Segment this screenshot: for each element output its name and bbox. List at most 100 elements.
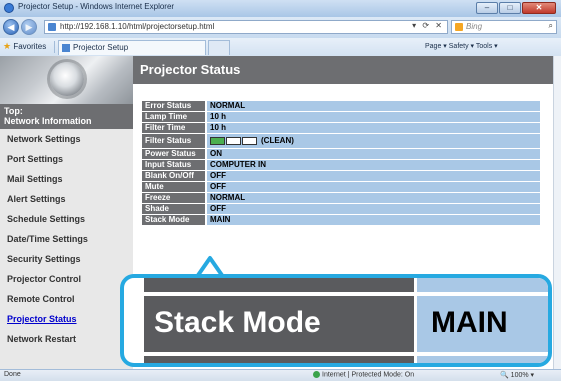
window-title: Projector Setup - Windows Internet Explo…: [18, 2, 175, 11]
sidebar-item[interactable]: Remote Control: [7, 294, 133, 304]
row-label: Mute: [142, 181, 207, 193]
favorites-button[interactable]: ★ Favorites: [3, 41, 46, 52]
row-value-cell: 10 h: [206, 111, 540, 123]
callout-strip: [417, 278, 548, 292]
divider: [54, 41, 55, 53]
row-value: (CLEAN): [261, 136, 294, 145]
favorites-label: Favorites: [13, 42, 47, 51]
address-controls[interactable]: ▾ ⟳ ✕: [412, 21, 444, 30]
row-value-cell: NORMAL: [206, 192, 540, 204]
tab-projector-setup[interactable]: Projector Setup: [58, 40, 206, 55]
row-label: Lamp Time: [142, 111, 207, 123]
table-row: Freeze NORMAL: [142, 192, 540, 204]
row-label: Filter Status: [142, 133, 207, 149]
zoom-level[interactable]: 🔍 100% ▾: [500, 371, 534, 379]
maximize-button[interactable]: □: [499, 2, 521, 14]
row-value-cell: ON: [206, 148, 540, 160]
lens-icon: [50, 62, 84, 96]
table-row: Lamp Time 10 h: [142, 111, 540, 123]
status-text: Done: [4, 371, 21, 378]
callout-value: MAIN: [431, 306, 508, 339]
filter-indicator: [242, 136, 257, 145]
window-title-bar: Projector Setup - Windows Internet Explo…: [0, 0, 561, 18]
row-label: Error Status: [142, 100, 207, 112]
back-button[interactable]: ◀: [3, 19, 19, 35]
table-row: Filter Status (CLEAN): [142, 133, 540, 149]
command-bar[interactable]: Page ▾ Safety ▾ Tools ▾: [425, 42, 498, 50]
sidebar: Top: Network Information Network Setting…: [0, 56, 133, 369]
callout-strip: [144, 278, 414, 292]
logo-banner: [0, 56, 133, 104]
row-label: Freeze: [142, 192, 207, 204]
callout-value-cell: MAIN: [417, 296, 548, 352]
row-value-cell: COMPUTER IN: [206, 159, 540, 171]
row-label: Stack Mode: [142, 214, 207, 225]
row-value-cell: OFF: [206, 203, 540, 215]
table-row: Input Status COMPUTER IN: [142, 159, 540, 171]
url-text: http://192.168.1.10/html/projectorsetup.…: [60, 22, 215, 31]
ie-logo-icon: [4, 3, 14, 13]
sidebar-top-sublabel: Network Information: [4, 116, 92, 126]
callout-label: Stack Mode: [154, 306, 321, 339]
security-zone[interactable]: Internet | Protected Mode: On: [313, 371, 414, 378]
sidebar-item[interactable]: Security Settings: [7, 254, 133, 264]
row-label: Filter Time: [142, 122, 207, 134]
forward-button[interactable]: ▶: [21, 19, 37, 35]
status-table: Error Status NORMAL Lamp Time 10 h Filter Ti…: [142, 100, 540, 225]
browser-status-bar: Done Internet | Protected Mode: On 🔍 100…: [0, 369, 561, 381]
row-label: Shade: [142, 203, 207, 215]
table-row: Filter Time 10 h: [142, 122, 540, 134]
callout-strip: [144, 356, 414, 363]
sidebar-item[interactable]: Projector Status: [7, 314, 133, 324]
table-row: Stack Mode MAIN: [142, 214, 540, 225]
tab-icon: [62, 44, 70, 52]
sidebar-item[interactable]: Alert Settings: [7, 194, 133, 204]
page-title: Projector Status: [140, 62, 241, 77]
table-row: Power Status ON: [142, 148, 540, 160]
favorites-star-icon: ★: [3, 41, 12, 51]
row-value-cell: MAIN: [206, 214, 540, 225]
row-label: Power Status: [142, 148, 207, 160]
table-row: Error Status NORMAL: [142, 100, 540, 112]
table-row: Blank On/Off OFF: [142, 170, 540, 182]
back-arrow-icon: ◀: [7, 22, 15, 32]
sidebar-item[interactable]: Date/Time Settings: [7, 234, 133, 244]
sidebar-item[interactable]: Projector Control: [7, 274, 133, 284]
favorites-bar: ★ Favorites Projector Setup Page ▾ Safet…: [0, 38, 561, 57]
page-icon: [48, 23, 56, 31]
filter-indicator: [226, 136, 241, 145]
table-row: Mute OFF: [142, 181, 540, 193]
zoom-text: 100%: [510, 372, 529, 379]
callout-label-cell: Stack Mode: [144, 296, 414, 352]
zone-text: Internet | Protected Mode: On: [322, 371, 415, 379]
row-value-cell: OFF: [206, 181, 540, 193]
page-header: Projector Status: [133, 56, 553, 84]
search-input[interactable]: Bing ⌕: [451, 20, 557, 34]
sidebar-item[interactable]: Mail Settings: [7, 174, 133, 184]
minimize-button[interactable]: –: [476, 2, 498, 14]
sidebar-top-label: Top:: [4, 106, 23, 116]
zoom-callout: Stack Mode MAIN: [120, 274, 552, 367]
row-label: Input Status: [142, 159, 207, 171]
filter-indicator: [210, 136, 225, 145]
close-button[interactable]: ✕: [522, 2, 556, 14]
search-placeholder: Bing: [466, 22, 483, 31]
new-tab-button[interactable]: [208, 40, 230, 55]
sidebar-item[interactable]: Port Settings: [7, 154, 133, 164]
address-field[interactable]: http://192.168.1.10/html/projectorsetup.…: [44, 20, 448, 34]
row-value-cell: (CLEAN): [206, 133, 540, 149]
row-value-cell: 10 h: [206, 122, 540, 134]
row-value-cell: OFF: [206, 170, 540, 182]
table-row: Shade OFF: [142, 203, 540, 215]
sidebar-item[interactable]: Network Restart: [7, 334, 133, 344]
sidebar-item[interactable]: Network Settings: [7, 134, 133, 144]
callout-strip: [417, 356, 548, 363]
globe-icon: [313, 371, 320, 378]
sidebar-item-top[interactable]: Top: Network Information: [0, 104, 133, 129]
sidebar-item[interactable]: Schedule Settings: [7, 214, 133, 224]
tab-title: Projector Setup: [73, 43, 129, 52]
row-label: Blank On/Off: [142, 170, 207, 182]
scrollbar[interactable]: [553, 56, 561, 369]
forward-arrow-icon: ▶: [25, 22, 33, 32]
search-icon[interactable]: ⌕: [549, 21, 553, 31]
